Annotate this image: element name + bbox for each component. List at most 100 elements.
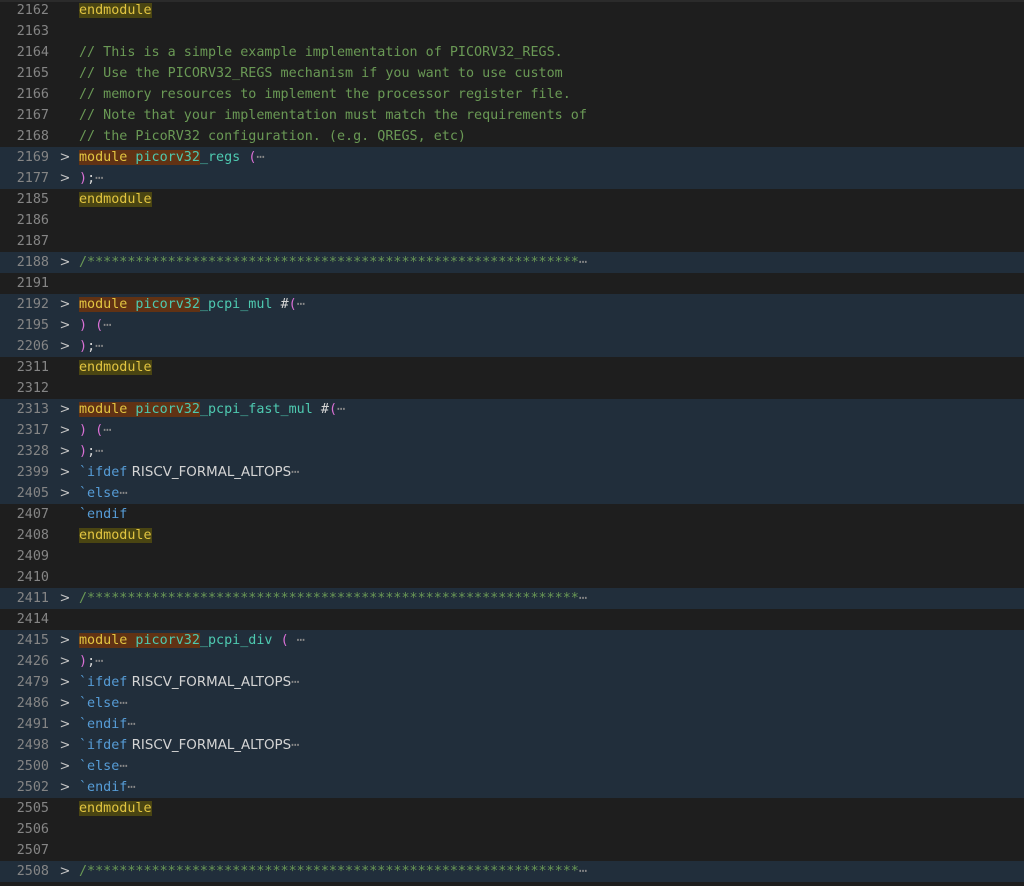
code-line[interactable]: 2186 [0,210,1024,231]
code-text[interactable]: );⋯ [79,336,103,357]
code-line[interactable]: 2311 endmodule [0,357,1024,378]
code-line[interactable]: 2399 > `ifdef RISCV_FORMAL_ALTOPS⋯ [0,462,1024,483]
code-text[interactable]: /***************************************… [79,588,587,609]
code-line[interactable]: 2407 `endif [0,504,1024,525]
code-token[interactable]: ⋯ [119,759,127,774]
code-text[interactable]: /***************************************… [79,252,587,273]
code-line[interactable]: 2177 >);⋯ [0,168,1024,189]
code-text[interactable]: ) (⋯ [79,420,111,441]
code-text[interactable]: `else⋯ [79,693,127,714]
code-line[interactable]: 2408 endmodule [0,525,1024,546]
code-text[interactable]: ) (⋯ [79,315,111,336]
code-line[interactable]: 2168 // the PicoRV32 configuration. (e.g.… [0,126,1024,147]
code-line[interactable]: 2166 // memory resources to implement the… [0,84,1024,105]
code-line[interactable]: 2405 > `else⋯ [0,483,1024,504]
code-token[interactable]: ⋯ [297,297,305,312]
fold-chevron-icon[interactable]: > [58,252,72,273]
fold-chevron-icon[interactable]: > [58,588,72,609]
code-token[interactable]: ⋯ [95,444,103,459]
code-line[interactable]: 2508 > /**********************************… [0,861,1024,882]
code-text[interactable]: );⋯ [79,168,103,189]
fold-chevron-icon[interactable]: > [58,777,72,798]
code-line[interactable]: 2505 endmodule [0,798,1024,819]
code-text[interactable]: module picorv32_pcpi_mul #(⋯ [79,294,305,315]
code-text[interactable]: // Use the PICORV32_REGS mechanism if yo… [79,63,563,84]
code-text[interactable]: `endif⋯ [79,714,135,735]
code-text[interactable]: // the PicoRV32 configuration. (e.g. QRE… [79,126,466,147]
code-text[interactable]: endmodule [79,525,152,546]
code-line[interactable]: 2185 endmodule [0,189,1024,210]
fold-chevron-icon[interactable]: > [58,735,72,756]
code-token[interactable]: ⋯ [95,654,103,669]
fold-chevron-icon[interactable]: > [58,441,72,462]
code-line[interactable]: 2328 >);⋯ [0,441,1024,462]
code-line[interactable]: 2426 >);⋯ [0,651,1024,672]
code-line[interactable]: 2479 > `ifdef RISCV_FORMAL_ALTOPS⋯ [0,672,1024,693]
code-line[interactable]: 2411 > /**********************************… [0,588,1024,609]
code-text[interactable]: // Note that your implementation must ma… [79,105,587,126]
code-text[interactable]: module picorv32_regs (⋯ [79,147,264,168]
fold-chevron-icon[interactable]: > [58,714,72,735]
code-token[interactable]: ⋯ [256,150,264,165]
code-line[interactable]: 2187 [0,231,1024,252]
code-text[interactable]: // This is a simple example implementati… [79,42,563,63]
code-line[interactable]: 2191 [0,273,1024,294]
code-token[interactable]: ⋯ [103,423,111,438]
code-token[interactable]: ⋯ [103,318,111,333]
code-token[interactable]: ⋯ [579,255,587,270]
code-line[interactable]: 2312 [0,378,1024,399]
fold-chevron-icon[interactable]: > [58,168,72,189]
code-token[interactable]: ⋯ [291,675,299,690]
code-line[interactable]: 2507 [0,840,1024,861]
code-token[interactable]: ⋯ [95,339,103,354]
code-token[interactable]: ⋯ [337,402,345,417]
code-line[interactable]: 2415 > module picorv32_pcpi_div ( ⋯ [0,630,1024,651]
code-line[interactable]: 2500 > `else⋯ [0,756,1024,777]
code-text[interactable]: `ifdef RISCV_FORMAL_ALTOPS⋯ [79,462,299,483]
code-token[interactable]: ⋯ [119,486,127,501]
fold-chevron-icon[interactable]: > [58,336,72,357]
code-line[interactable]: 2491 > `endif⋯ [0,714,1024,735]
fold-chevron-icon[interactable]: > [58,861,72,882]
code-text[interactable]: module picorv32_pcpi_fast_mul #(⋯ [79,399,345,420]
code-line[interactable]: 2164 // This is a simple example implemen… [0,42,1024,63]
fold-chevron-icon[interactable]: > [58,147,72,168]
code-text[interactable]: `else⋯ [79,483,127,504]
fold-chevron-icon[interactable]: > [58,294,72,315]
code-line[interactable]: 2163 [0,21,1024,42]
fold-chevron-icon[interactable]: > [58,399,72,420]
code-line[interactable]: 2498 > `ifdef RISCV_FORMAL_ALTOPS⋯ [0,735,1024,756]
code-line[interactable]: 2192 > module picorv32_pcpi_mul #(⋯ [0,294,1024,315]
code-line[interactable]: 2162 endmodule [0,0,1024,21]
code-text[interactable]: module picorv32_pcpi_div ( ⋯ [79,630,305,651]
code-line[interactable]: 2169 > module picorv32_regs (⋯ [0,147,1024,168]
code-line[interactable]: 2317 >) (⋯ [0,420,1024,441]
code-text[interactable]: `ifdef RISCV_FORMAL_ALTOPS⋯ [79,735,299,756]
code-line[interactable]: 2165 // Use the PICORV32_REGS mechanism i… [0,63,1024,84]
code-token[interactable]: ⋯ [127,780,135,795]
code-text[interactable]: `endif [79,504,127,525]
fold-chevron-icon[interactable]: > [58,693,72,714]
code-line[interactable]: 2195 >) (⋯ [0,315,1024,336]
code-line[interactable]: 2502 > `endif⋯ [0,777,1024,798]
code-line[interactable]: 2206 >);⋯ [0,336,1024,357]
code-token[interactable]: ⋯ [579,591,587,606]
code-text[interactable]: endmodule [79,798,152,819]
code-text[interactable]: `endif⋯ [79,777,135,798]
code-line[interactable]: 2414 [0,609,1024,630]
code-line[interactable]: 2409 [0,546,1024,567]
code-text[interactable]: // memory resources to implement the pro… [79,84,571,105]
fold-chevron-icon[interactable]: > [58,462,72,483]
code-token[interactable]: ⋯ [95,171,103,186]
code-text[interactable]: `else⋯ [79,756,127,777]
code-line[interactable]: 2313 > module picorv32_pcpi_fast_mul #(⋯ [0,399,1024,420]
code-text[interactable]: );⋯ [79,441,103,462]
code-token[interactable]: ⋯ [127,717,135,732]
code-token[interactable]: ⋯ [289,633,305,648]
code-line[interactable]: 2410 [0,567,1024,588]
code-text[interactable]: endmodule [79,0,152,21]
code-text[interactable]: /***************************************… [79,861,587,882]
code-line[interactable]: 2167 // Note that your implementation mus… [0,105,1024,126]
code-token[interactable]: ⋯ [119,696,127,711]
fold-chevron-icon[interactable]: > [58,756,72,777]
